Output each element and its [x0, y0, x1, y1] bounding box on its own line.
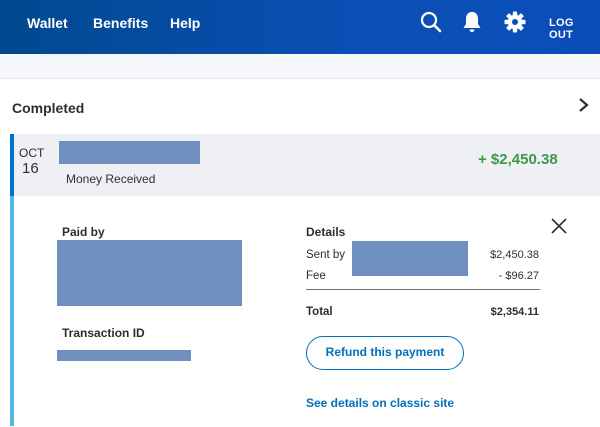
nav-item-wallet[interactable]: Wallet	[27, 15, 68, 31]
page-spacer	[0, 54, 600, 78]
close-icon[interactable]	[549, 216, 569, 236]
redacted-name	[59, 141, 200, 164]
nav-item-help[interactable]: Help	[170, 15, 200, 31]
section-title: Completed	[12, 100, 85, 116]
total-label: Total	[306, 306, 333, 318]
search-icon[interactable]	[419, 9, 443, 35]
paid-by-label: Paid by	[62, 225, 105, 239]
refund-button[interactable]: Refund this payment	[306, 336, 464, 370]
chevron-right-icon[interactable]	[577, 96, 591, 114]
total-divider	[306, 289, 540, 290]
classic-site-link[interactable]: See details on classic site	[306, 396, 454, 410]
nav-item-benefits[interactable]: Benefits	[93, 15, 148, 31]
total-amount: $2,354.11	[490, 306, 539, 318]
details-heading: Details	[306, 225, 346, 239]
bell-icon[interactable]	[460, 9, 484, 35]
transaction-id-label: Transaction ID	[62, 326, 145, 340]
gear-icon[interactable]	[503, 9, 527, 35]
sent-by-label: Sent by	[306, 249, 345, 261]
fee-amount: - $96.27	[498, 270, 539, 282]
top-navigation-bar: Wallet Benefits Help LOG OUT	[0, 0, 600, 54]
redacted-transaction-id	[57, 350, 191, 361]
transaction-day: 16	[22, 160, 39, 177]
transaction-month: OCT	[19, 146, 45, 160]
fee-label: Fee	[306, 270, 326, 282]
transaction-type: Money Received	[66, 172, 156, 186]
sent-by-amount: $2,450.38	[490, 249, 539, 261]
transaction-amount: + $2,450.38	[478, 151, 558, 168]
logout-button[interactable]: LOG OUT	[549, 17, 600, 41]
redacted-payer	[57, 240, 242, 306]
